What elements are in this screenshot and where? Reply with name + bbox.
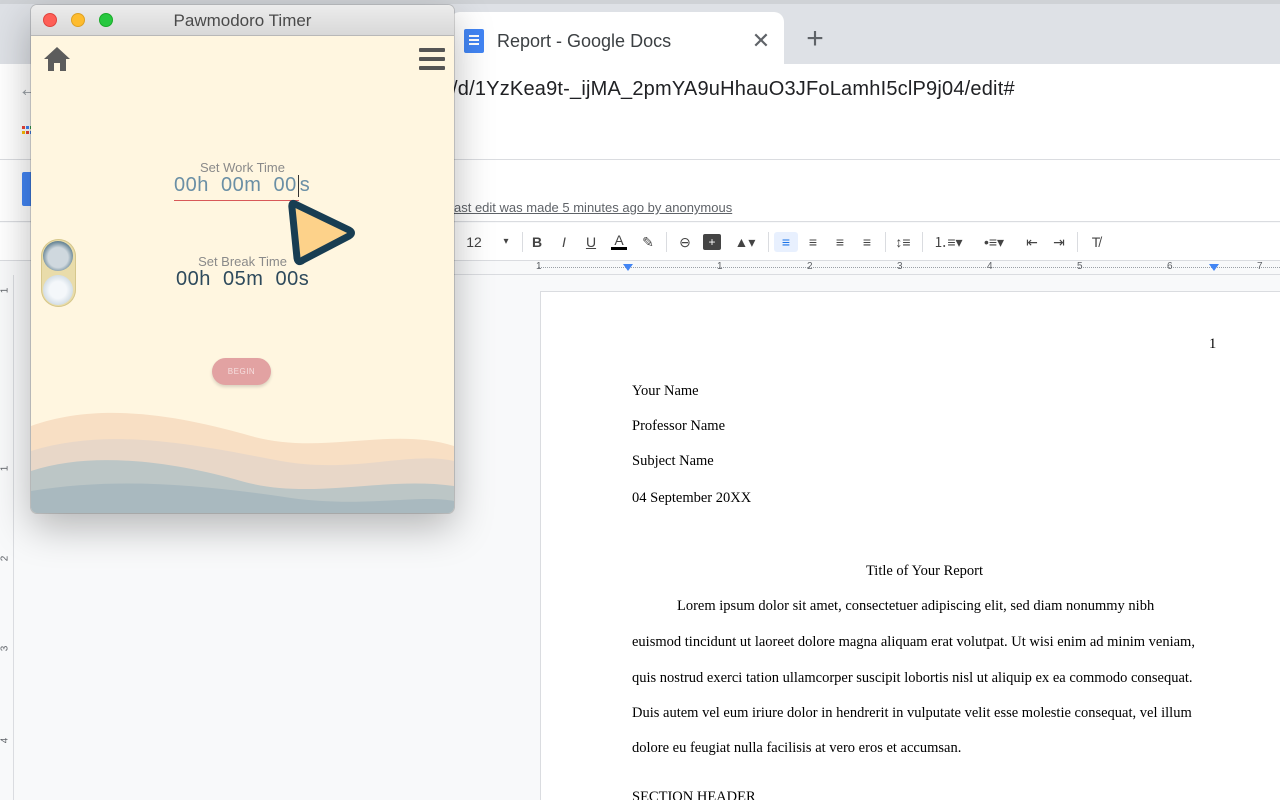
window-title: Pawmodoro Timer [173, 11, 312, 30]
insert-comment-icon[interactable]: + [703, 234, 721, 250]
align-justify-icon[interactable]: ≡ [857, 232, 877, 252]
toolbar-divider [522, 232, 523, 252]
align-right-icon[interactable]: ≡ [830, 232, 850, 252]
work-time-value: 00h 00m 00 [174, 174, 297, 196]
pawmodoro-body: Set Work Time 00h 00m 00 s Set Break Time… [31, 36, 454, 513]
last-edit-link[interactable]: ast edit was made 5 minutes ago by anony… [454, 200, 732, 215]
decrease-indent-icon[interactable]: ⇤ [1022, 232, 1042, 252]
subject-name: Subject Name [632, 453, 714, 469]
author-name: Your Name [632, 383, 699, 399]
begin-button[interactable]: BEGIN [212, 358, 271, 385]
toolbar-divider [1077, 232, 1078, 252]
numbered-list-icon[interactable]: ⒈≡▾ [930, 232, 966, 252]
left-indent-marker[interactable] [623, 264, 633, 271]
toolbar-divider [885, 232, 886, 252]
section-header: SECTION HEADER [632, 789, 756, 800]
page-number: 1 [1209, 336, 1217, 352]
toolbar-divider [666, 232, 667, 252]
toolbar-divider [768, 232, 769, 252]
toolbar-divider [922, 232, 923, 252]
body-line: dolore eu feugiat nulla facilisis at ver… [632, 740, 962, 756]
insert-image-icon[interactable]: ▲▾ [730, 232, 760, 252]
ruler-number: 4 [987, 261, 993, 272]
line-spacing-icon[interactable]: ↕≡ [892, 232, 914, 252]
play-cursor-icon [288, 200, 355, 266]
clear-formatting-icon[interactable]: T̸ [1086, 232, 1106, 252]
hamburger-menu-icon[interactable] [419, 48, 445, 70]
vruler-number: 1 [0, 465, 11, 472]
text-color-button[interactable]: A [611, 232, 627, 250]
highlight-color-icon[interactable]: ✎ [639, 232, 657, 252]
increase-indent-icon[interactable]: ⇥ [1049, 232, 1069, 252]
document-date: 04 September 20XX [632, 490, 752, 506]
body-line: euismod tincidunt ut laoreet dolore magn… [632, 634, 1195, 650]
url-text[interactable]: /d/1YzKea9t-_ijMA_2pmYA9uHhauO3JFoLamhI5… [452, 78, 1015, 101]
work-time-underline [174, 200, 299, 201]
tab-report-google-docs[interactable]: Report - Google Docs ✕ [450, 12, 784, 64]
pawmodoro-window: Pawmodoro Timer Set Work Time 00h 00m 00… [31, 5, 454, 513]
professor-name: Professor Name [632, 418, 726, 434]
new-tab-button[interactable]: + [800, 24, 830, 54]
vruler-number: 3 [0, 645, 11, 652]
ruler-number: 1 [536, 261, 542, 272]
work-time-label: Set Work Time [199, 160, 285, 175]
text-cursor [297, 174, 299, 197]
work-time-input[interactable]: 00h 00m 00 s [174, 174, 310, 197]
google-docs-icon [464, 29, 484, 53]
underline-button[interactable]: U [583, 232, 599, 252]
tab-title: Report - Google Docs [497, 31, 672, 51]
font-size-field[interactable]: 12 [462, 232, 486, 252]
snowflake-icon [43, 275, 73, 305]
theme-toggle[interactable] [41, 239, 76, 307]
horizontal-ruler: 1 1 2 3 4 5 6 7 [454, 261, 1280, 275]
report-title: Title of Your Report [865, 563, 984, 579]
ruler-number: 1 [717, 261, 723, 272]
close-tab-icon[interactable]: ✕ [746, 26, 776, 56]
vertical-ruler: 1 1 2 3 4 [0, 275, 14, 800]
ruler-number: 7 [1257, 261, 1263, 272]
document-page[interactable]: 1 Your Name Professor Name Subject Name … [540, 291, 1280, 800]
vruler-number: 4 [0, 737, 11, 744]
insert-link-icon[interactable]: ⊖ [675, 232, 695, 252]
italic-button[interactable]: I [556, 232, 572, 252]
bulleted-list-icon[interactable]: •≡▾ [976, 232, 1012, 252]
ruler-number: 3 [897, 261, 903, 272]
font-size-dropdown-icon[interactable]: ▾ [500, 232, 512, 252]
ruler-number: 6 [1167, 261, 1173, 272]
right-indent-marker[interactable] [1209, 264, 1219, 271]
body-line: Lorem ipsum dolor sit amet, consectetuer… [677, 598, 1155, 614]
bold-button[interactable]: B [529, 232, 545, 252]
moon-icon [43, 241, 73, 271]
vruler-number: 2 [0, 555, 11, 562]
align-left-icon[interactable]: ≡ [774, 232, 798, 252]
waves-decoration [31, 412, 454, 513]
align-center-icon[interactable]: ≡ [803, 232, 823, 252]
pawmodoro-titlebar[interactable]: Pawmodoro Timer [31, 5, 454, 36]
vruler-number: 1 [0, 287, 11, 294]
ruler-number: 2 [807, 261, 813, 272]
body-line: Duis autem vel eum iriure dolor in hendr… [632, 705, 1192, 721]
tab-strip-edge [0, 0, 1280, 4]
work-time-value-suffix: s [299, 174, 311, 196]
break-time-label: Set Break Time [198, 254, 287, 269]
body-line: quis nostrud exerci tation ullamcorper s… [632, 670, 1193, 686]
home-icon[interactable] [43, 46, 71, 72]
ruler-number: 5 [1077, 261, 1083, 272]
